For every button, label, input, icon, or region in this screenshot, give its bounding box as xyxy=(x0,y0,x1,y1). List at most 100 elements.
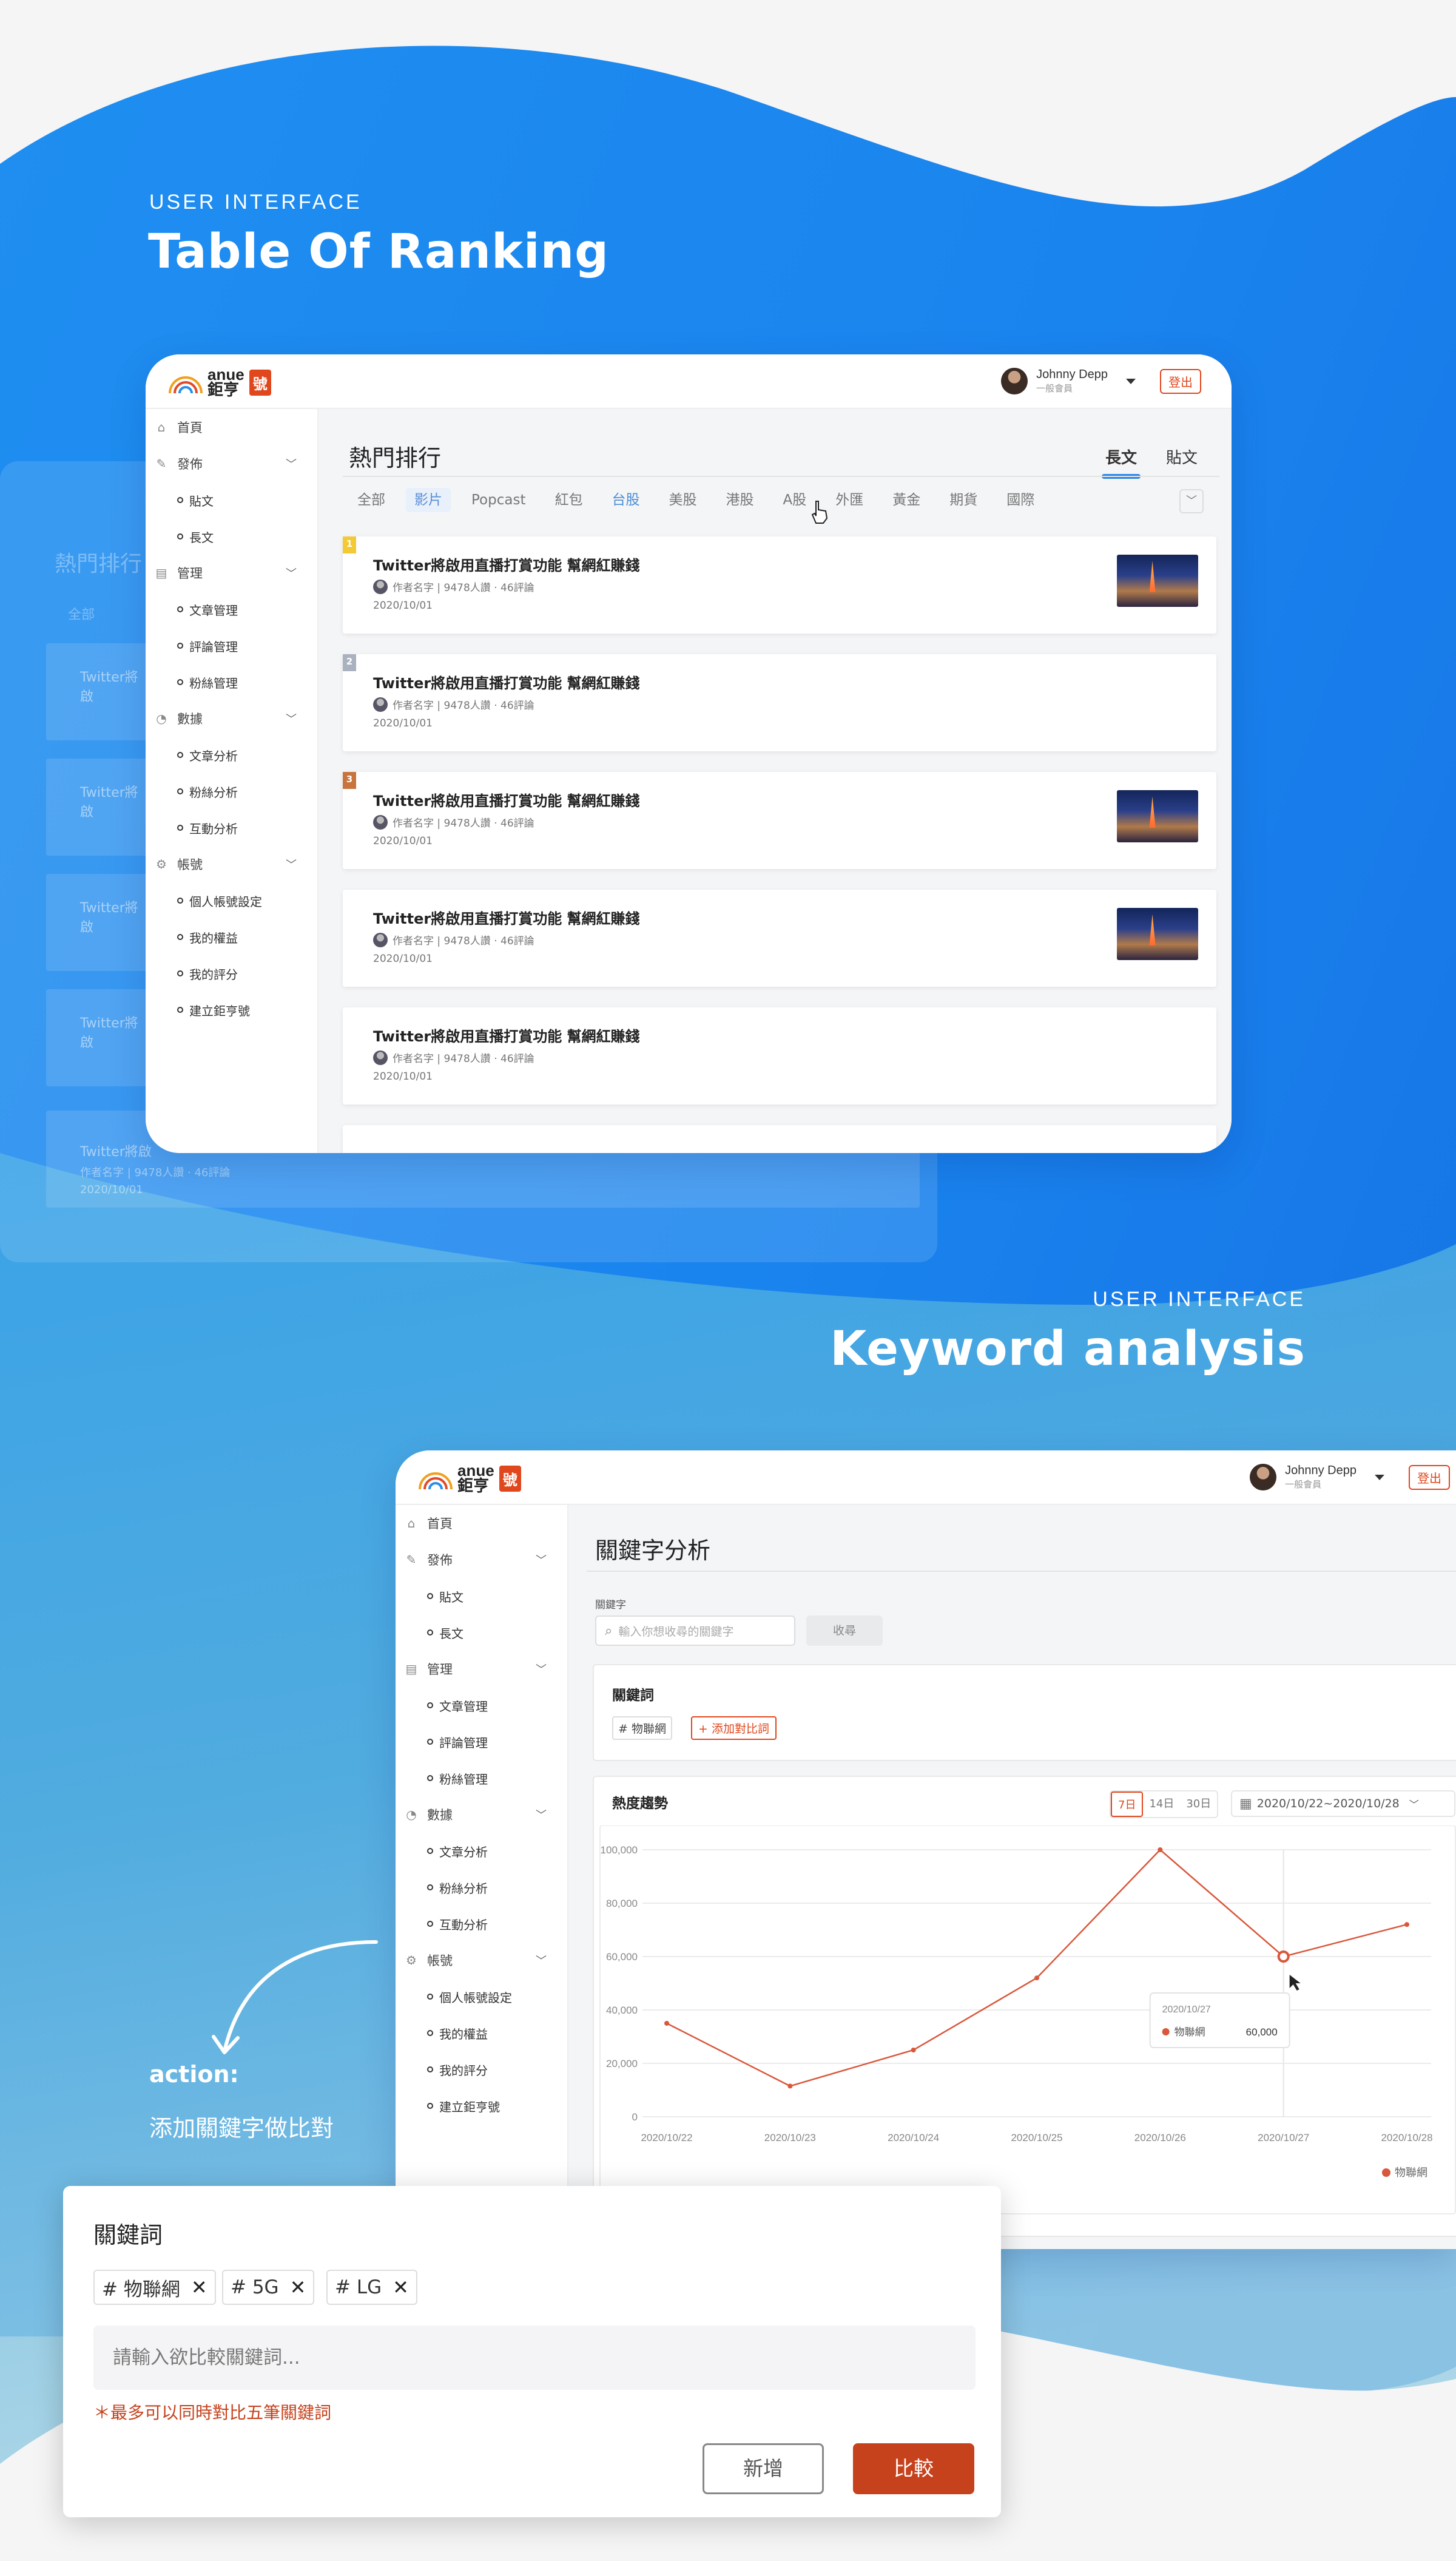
filter-futures[interactable]: 期貨 xyxy=(941,488,986,512)
sidebar-subitem[interactable]: 貼文 xyxy=(396,1578,568,1614)
user-menu[interactable]: Johnny Depp 一般會員 登出 xyxy=(1001,368,1201,394)
logo[interactable]: anue 鉅亨 號 xyxy=(167,367,271,398)
sidebar-subitem[interactable]: 我的評分 xyxy=(146,955,318,992)
filter-popcast[interactable]: Popcast xyxy=(463,488,534,512)
sidebar-subitem[interactable]: 粉絲分析 xyxy=(146,773,318,810)
sidebar-subitem[interactable]: 建立鉅亨號 xyxy=(146,992,318,1028)
sidebar-item-label: 評論管理 xyxy=(439,1735,488,1750)
logo-en: anue xyxy=(207,365,244,384)
sidebar-item-account[interactable]: ⚙ 帳號 ﹀ xyxy=(146,846,318,882)
logout-button[interactable]: 登出 xyxy=(1160,368,1201,394)
keyword-tag-label: # 物聯網 xyxy=(102,2278,180,2301)
sidebar-subitem-post[interactable]: 貼文 xyxy=(146,482,318,518)
sidebar-item-home[interactable]: ⌂ 首頁 xyxy=(396,1505,568,1541)
user-menu[interactable]: Johnny Depp 一般會員 登出 xyxy=(1250,1464,1450,1490)
sidebar-subitem[interactable]: 互動分析 xyxy=(396,1906,568,1942)
sidebar-item-account[interactable]: ⚙ 帳號 ﹀ xyxy=(396,1942,568,1978)
sidebar-item-home[interactable]: ⌂ 首頁 xyxy=(146,409,318,445)
tab-long-article[interactable]: 長文 xyxy=(1101,445,1141,479)
tab-post[interactable]: 貼文 xyxy=(1166,445,1198,468)
filter-all[interactable]: 全部 xyxy=(349,488,394,512)
sidebar-subitem[interactable]: 互動分析 xyxy=(146,810,318,846)
sidebar-subitem[interactable]: 粉絲管理 xyxy=(146,664,318,700)
filter-hk-stock[interactable]: 港股 xyxy=(717,488,762,512)
sidebar-subitem[interactable]: 評論管理 xyxy=(146,628,318,664)
filter-us-stock[interactable]: 美股 xyxy=(660,488,705,512)
filter-forex[interactable]: 外匯 xyxy=(827,488,872,512)
data-point xyxy=(1404,1922,1409,1927)
sidebar-item-manage[interactable]: ▤ 管理 ﹀ xyxy=(146,555,318,591)
list-item[interactable]: 3 Twitter將啟用直播打賞功能 幫網紅賺錢 作者名字 | 9478人讚 ·… xyxy=(343,772,1216,869)
filter-a-share[interactable]: A股 xyxy=(774,488,815,512)
sidebar: ⌂ 首頁 ✎ 發佈 ﹀ 貼文 長文 ▤ 管理 ﹀ 文章管理 評論管理 粉絲管理 ◔ 數據 ﹀ … xyxy=(396,1505,568,2249)
list-item[interactable]: 1 Twitter將啟用直播打賞功能 幫網紅賺錢 作者名字 | 9478人讚 ·… xyxy=(343,536,1216,634)
logout-button[interactable]: 登出 xyxy=(1409,1464,1450,1490)
ghost-post-title: Twitter將啟 xyxy=(80,901,138,935)
keyword-tag[interactable]: # LG ✕ xyxy=(326,2270,417,2305)
keyword-tag[interactable]: # 5G ✕ xyxy=(222,2270,315,2305)
add-compare-button[interactable]: + 添加對比詞 xyxy=(691,1716,777,1740)
keyword-tag[interactable]: # 物聯網 ✕ xyxy=(93,2270,216,2305)
sidebar-subitem[interactable]: 長文 xyxy=(396,1614,568,1651)
list-item[interactable]: 2 Twitter將啟用直播打賞功能 幫網紅賺錢 作者名字 | 9478人讚 ·… xyxy=(343,654,1216,751)
close-icon[interactable]: ✕ xyxy=(290,2276,306,2299)
pie-chart-icon: ◔ xyxy=(156,711,167,726)
close-icon[interactable]: ✕ xyxy=(191,2276,207,2299)
close-icon[interactable]: ✕ xyxy=(393,2276,409,2299)
chart-frame xyxy=(599,1825,1456,2214)
filter-tw-stock[interactable]: 台股 xyxy=(603,488,648,512)
compare-button[interactable]: 比較 xyxy=(853,2443,974,2494)
sidebar-subitem[interactable]: 文章管理 xyxy=(396,1687,568,1724)
sidebar-item-publish[interactable]: ✎ 發佈 ﹀ xyxy=(146,445,318,482)
post-title: Twitter將啟用直播打賞功能 幫網紅賺錢 xyxy=(373,793,640,810)
filter-video[interactable]: 影片 xyxy=(406,488,451,512)
filter-more-button[interactable]: ﹀ xyxy=(1179,489,1204,513)
tooltip-series: 物聯網 xyxy=(1175,2026,1205,2038)
filter-gold[interactable]: 黃金 xyxy=(884,488,929,512)
sidebar-subitem[interactable]: 粉絲分析 xyxy=(396,1869,568,1906)
range-7d[interactable]: 7日 xyxy=(1111,1791,1144,1817)
sidebar-subitem[interactable]: 文章分析 xyxy=(396,1833,568,1869)
search-input[interactable]: ⌕ 輸入你想收尋的關鍵字 xyxy=(595,1615,795,1646)
sidebar-subitem[interactable]: 我的權益 xyxy=(396,2015,568,2051)
sidebar-subitem[interactable]: 我的權益 xyxy=(146,919,318,955)
list-item[interactable]: Twitter將啟用直播打賞功能 幫網紅賺錢 作者名字 | 9478人讚 · 4… xyxy=(343,1007,1216,1105)
sidebar-subitem[interactable]: 文章管理 xyxy=(146,591,318,628)
sidebar-subitem[interactable]: 粉絲管理 xyxy=(396,1760,568,1796)
filter-international[interactable]: 國際 xyxy=(998,488,1043,512)
caret-down-icon[interactable] xyxy=(1126,378,1136,384)
trend-chart[interactable]: 100,00080,00060,00040,00020,00002020/10/… xyxy=(594,1825,1456,2238)
add-button[interactable]: 新增 xyxy=(703,2443,824,2494)
post-title: Twitter將啟用直播打賞功能 幫網紅賺錢 xyxy=(373,910,640,927)
search-button[interactable]: 收尋 xyxy=(806,1615,883,1646)
sidebar-item-manage[interactable]: ▤ 管理 ﹀ xyxy=(396,1651,568,1687)
list-item[interactable]: Twitter將啟用直播打賞功能 幫網紅賺錢 作者名字 | 9478人讚 · 4… xyxy=(343,890,1216,987)
home-icon: ⌂ xyxy=(157,420,166,435)
filter-redpacket[interactable]: 紅包 xyxy=(546,488,591,512)
sidebar-subitem[interactable]: 個人帳號設定 xyxy=(146,882,318,919)
keyword-main: 關鍵字分析 關鍵字 ⌕ 輸入你想收尋的關鍵字 收尋 關鍵詞 # 物聯網 + 添加… xyxy=(568,1505,1456,2249)
sidebar-subitem[interactable]: 我的評分 xyxy=(396,2051,568,2088)
sidebar-item-publish[interactable]: ✎ 發佈 ﹀ xyxy=(396,1541,568,1578)
sidebar-subitem[interactable]: 建立鉅亨號 xyxy=(396,2088,568,2124)
sidebar-item-data[interactable]: ◔ 數據 ﹀ xyxy=(146,700,318,737)
date-range-picker[interactable]: ▦ 2020/10/22~2020/10/28 ﹀ xyxy=(1231,1790,1455,1817)
logo[interactable]: anue 鉅亨 號 xyxy=(417,1463,521,1494)
range-14d[interactable]: 14日 xyxy=(1143,1791,1180,1817)
keyword-chip[interactable]: # 物聯網 xyxy=(612,1716,672,1740)
sidebar-subitem[interactable]: 文章分析 xyxy=(146,737,318,773)
sidebar-item-data[interactable]: ◔ 數據 ﹀ xyxy=(396,1796,568,1833)
caret-down-icon[interactable] xyxy=(1375,1474,1384,1480)
chevron-down-icon: ﹀ xyxy=(286,458,297,471)
sidebar-item-label: 發佈 xyxy=(427,1553,453,1568)
sidebar-subitem[interactable]: 評論管理 xyxy=(396,1724,568,1760)
x-tick-label: 2020/10/23 xyxy=(764,2132,816,2143)
sidebar-subitem[interactable]: 個人帳號設定 xyxy=(396,1978,568,2015)
user-name: Johnny Depp xyxy=(1285,1464,1357,1477)
sidebar-item-label: 個人帳號設定 xyxy=(439,1990,512,2005)
list-item[interactable] xyxy=(343,1125,1216,1153)
x-tick-label: 2020/10/28 xyxy=(1381,2132,1432,2143)
compare-keyword-input[interactable]: 請輸入欲比較關鍵詞... xyxy=(93,2326,976,2390)
sidebar-subitem-article[interactable]: 長文 xyxy=(146,518,318,555)
range-30d[interactable]: 30日 xyxy=(1180,1791,1217,1817)
